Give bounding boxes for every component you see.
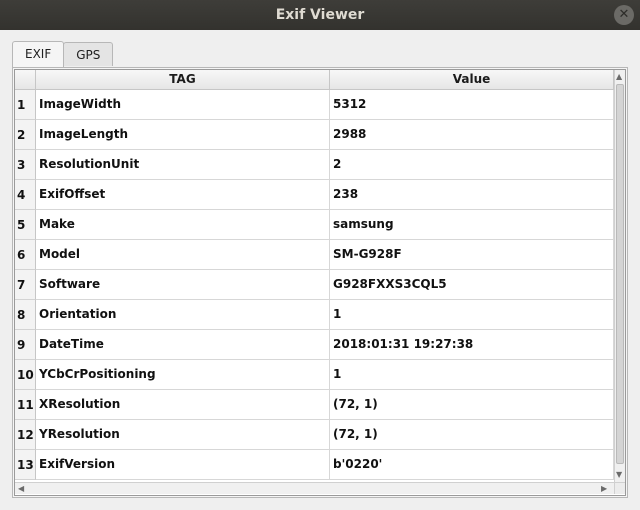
table-row[interactable]: 1 ImageWidth 5312 [15, 90, 614, 120]
value-cell[interactable]: 2 [330, 150, 614, 180]
value-cell[interactable]: G928FXXS3CQL5 [330, 270, 614, 300]
row-number[interactable]: 3 [15, 150, 36, 180]
tag-cell[interactable]: ExifVersion [36, 450, 330, 480]
tag-cell[interactable]: ImageWidth [36, 90, 330, 120]
tag-cell[interactable]: Orientation [36, 300, 330, 330]
row-number[interactable]: 11 [15, 390, 36, 420]
scroll-right-icon[interactable]: ▶ [601, 484, 607, 494]
table-row[interactable]: 13 ExifVersion b'0220' [15, 450, 614, 480]
value-cell[interactable]: 5312 [330, 90, 614, 120]
horizontal-scrollbar[interactable]: ◀ ▶ [15, 482, 614, 494]
value-cell[interactable]: (72, 1) [330, 390, 614, 420]
title-bar: Exif Viewer ✕ [0, 0, 640, 30]
row-number[interactable]: 10 [15, 360, 36, 390]
table-header: TAG Value [15, 70, 614, 90]
window-title: Exif Viewer [275, 7, 365, 23]
tag-cell[interactable]: Model [36, 240, 330, 270]
table-row[interactable]: 2 ImageLength 2988 [15, 120, 614, 150]
tag-cell[interactable]: DateTime [36, 330, 330, 360]
table-row[interactable]: 12 YResolution (72, 1) [15, 420, 614, 450]
tag-cell[interactable]: ResolutionUnit [36, 150, 330, 180]
value-cell[interactable]: 238 [330, 180, 614, 210]
tab-exif[interactable]: EXIF [12, 41, 65, 67]
row-number[interactable]: 7 [15, 270, 36, 300]
table-row[interactable]: 9 DateTime 2018:01:31 19:27:38 [15, 330, 614, 360]
scroll-up-icon[interactable]: ▲ [616, 72, 622, 82]
scrollbar-corner [614, 482, 625, 494]
table-row[interactable]: 6 Model SM-G928F [15, 240, 614, 270]
value-cell[interactable]: 1 [330, 300, 614, 330]
value-cell[interactable]: SM-G928F [330, 240, 614, 270]
value-cell[interactable]: b'0220' [330, 450, 614, 480]
tag-cell[interactable]: YCbCrPositioning [36, 360, 330, 390]
row-number[interactable]: 12 [15, 420, 36, 450]
row-number[interactable]: 13 [15, 450, 36, 480]
corner-header [15, 70, 36, 90]
table-row[interactable]: 3 ResolutionUnit 2 [15, 150, 614, 180]
row-number[interactable]: 6 [15, 240, 36, 270]
row-number[interactable]: 4 [15, 180, 36, 210]
value-cell[interactable]: 2988 [330, 120, 614, 150]
tag-cell[interactable]: XResolution [36, 390, 330, 420]
tag-cell[interactable]: YResolution [36, 420, 330, 450]
tag-cell[interactable]: ImageLength [36, 120, 330, 150]
column-header-value[interactable]: Value [330, 70, 614, 90]
tag-cell[interactable]: Software [36, 270, 330, 300]
tab-bar: EXIF GPS [12, 41, 114, 67]
scroll-left-icon[interactable]: ◀ [18, 484, 24, 494]
tag-cell[interactable]: Make [36, 210, 330, 240]
row-number[interactable]: 8 [15, 300, 36, 330]
column-header-tag[interactable]: TAG [36, 70, 330, 90]
table-row[interactable]: 7 Software G928FXXS3CQL5 [15, 270, 614, 300]
row-number[interactable]: 5 [15, 210, 36, 240]
row-number[interactable]: 1 [15, 90, 36, 120]
tab-panel: TAG Value 1 ImageWidth 5312 2 ImageLength 298… [12, 67, 628, 498]
close-icon[interactable]: ✕ [614, 5, 634, 25]
table-body: 1 ImageWidth 5312 2 ImageLength 2988 3 Resoluti… [15, 90, 614, 480]
table-row[interactable]: 8 Orientation 1 [15, 300, 614, 330]
table-row[interactable]: 5 Make samsung [15, 210, 614, 240]
vertical-scrollbar[interactable]: ▲ ▼ [614, 70, 625, 482]
tag-cell[interactable]: ExifOffset [36, 180, 330, 210]
table-row[interactable]: 4 ExifOffset 238 [15, 180, 614, 210]
value-cell[interactable]: samsung [330, 210, 614, 240]
scroll-down-icon[interactable]: ▼ [616, 470, 622, 480]
exif-table: TAG Value 1 ImageWidth 5312 2 ImageLength 298… [14, 69, 626, 496]
table-row[interactable]: 11 XResolution (72, 1) [15, 390, 614, 420]
value-cell[interactable]: (72, 1) [330, 420, 614, 450]
value-cell[interactable]: 2018:01:31 19:27:38 [330, 330, 614, 360]
tab-gps[interactable]: GPS [63, 42, 114, 66]
vertical-scroll-thumb[interactable] [616, 84, 624, 464]
value-cell[interactable]: 1 [330, 360, 614, 390]
row-number[interactable]: 2 [15, 120, 36, 150]
table-row[interactable]: 10 YCbCrPositioning 1 [15, 360, 614, 390]
row-number[interactable]: 9 [15, 330, 36, 360]
